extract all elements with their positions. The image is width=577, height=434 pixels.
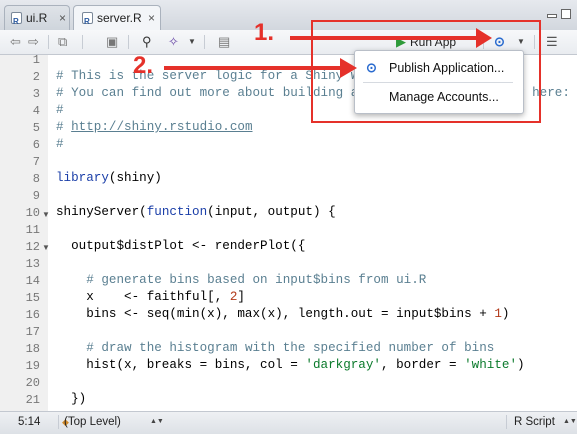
menu-item-label: Manage Accounts... [389,90,499,104]
toolbar-divider [128,35,129,49]
code-tools-wand-icon[interactable]: ✧ [168,34,179,50]
tab-label: server.R [97,11,142,25]
code-line: }) [56,392,87,406]
line-number: 12 [25,240,40,254]
compile-report-icon[interactable]: ▤ [218,34,230,50]
line-number: 6 [32,138,40,152]
code-line: hist(x, breaks = bins, col = 'darkgray',… [56,358,525,372]
tab-ui-r[interactable]: ui.R × [4,5,70,34]
toolbar-divider [82,35,83,49]
tab-server-r[interactable]: server.R × [73,5,161,34]
line-number: 2 [32,70,40,84]
line-number: 7 [32,155,40,169]
fold-arrow-icon[interactable]: ▼ [42,210,50,219]
scope-selector[interactable]: (Top Level) [64,412,121,432]
code-line: bins <- seq(min(x), max(x), length.out =… [56,307,510,321]
line-number: 5 [32,121,40,135]
code-line: output$distPlot <- renderPlot({ [56,239,306,253]
back-arrow-icon[interactable]: ⇦ [10,34,21,50]
line-number: 3 [32,87,40,101]
code-line: # [56,103,64,117]
toolbar-divider [204,35,205,49]
chevron-down-icon[interactable]: ▲▼ [563,412,577,432]
outline-icon[interactable]: ☰ [546,34,558,50]
publish-icon: ⊙ [366,60,377,75]
code-line: library(shiny) [56,171,162,185]
line-number: 10 [25,206,40,220]
save-icon[interactable]: ▣ [106,34,118,50]
find-icon[interactable]: ⚲ [142,34,152,50]
menu-divider [363,82,513,83]
r-file-icon [11,10,22,34]
code-line: x <- faithful[, 2] [56,290,245,304]
line-number: 8 [32,172,40,186]
line-number: 9 [32,189,40,203]
line-number: 21 [25,393,40,407]
minimize-pane-icon[interactable] [547,14,557,18]
fold-arrow-icon[interactable]: ▼ [42,243,50,252]
file-type-selector[interactable]: R Script [514,412,555,432]
line-number: 14 [25,274,40,288]
line-number: 16 [25,308,40,322]
code-line: shinyServer(function(input, output) { [56,205,336,219]
step-2-label: 2. [133,52,154,79]
menu-item-label: Publish Application... [389,61,505,75]
close-tab-icon[interactable]: × [148,6,155,30]
line-number: 15 [25,291,40,305]
status-divider [506,415,507,429]
status-bar: 5:14 ◆ (Top Level) ▲▼ R Script ▲▼ [0,411,577,434]
cursor-position: 5:14 [18,416,41,428]
line-number: 13 [25,257,40,271]
line-number: 4 [32,104,40,118]
code-line: # http://shiny.rstudio.com [56,120,253,134]
tab-label: ui.R [26,11,48,25]
publish-application-menu-item[interactable]: ⊙ Publish Application... [355,57,523,81]
line-number: 18 [25,342,40,356]
maximize-pane-icon[interactable] [561,9,571,19]
step-1-label: 1. [254,19,275,46]
toolbar-divider [48,35,49,49]
publish-menu: ⊙ Publish Application... Manage Accounts… [354,50,524,114]
line-number: 11 [25,223,40,237]
status-divider [58,415,59,429]
forward-arrow-icon[interactable]: ⇨ [28,34,39,50]
close-tab-icon[interactable]: × [59,6,66,30]
line-number: 17 [25,325,40,339]
line-number: 1 [32,53,40,67]
line-number: 20 [25,376,40,390]
chevron-down-icon[interactable]: ▼ [188,34,196,50]
code-line: # [56,137,64,151]
chevron-down-icon[interactable]: ▲▼ [150,412,164,432]
line-number: 19 [25,359,40,373]
show-in-new-window-icon[interactable]: ⧉ [58,34,67,50]
code-line: # generate bins based on input$bins from… [86,273,427,287]
manage-accounts-menu-item[interactable]: Manage Accounts... [355,86,523,110]
code-line: # draw the histogram with the specified … [86,341,495,355]
r-file-icon [82,10,93,34]
